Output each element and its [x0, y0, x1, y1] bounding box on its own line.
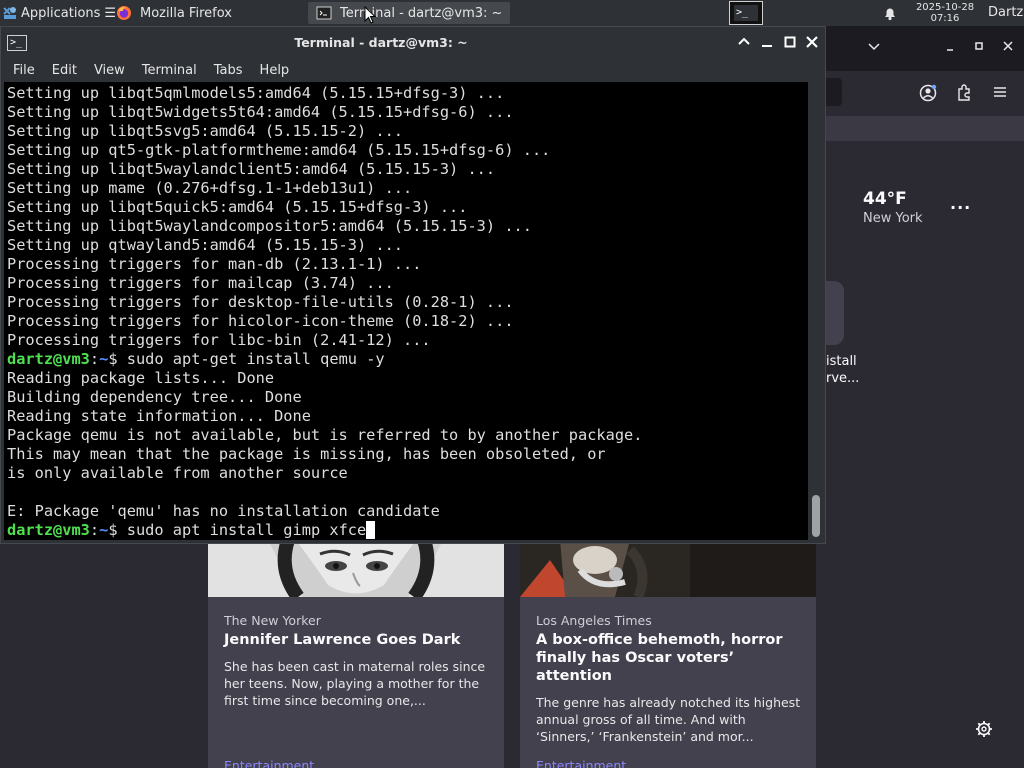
- story-card[interactable]: The New Yorker Jennifer Lawrence Goes Da…: [208, 540, 504, 768]
- prompt-sign: $: [108, 521, 127, 539]
- minimize-icon[interactable]: [939, 39, 961, 57]
- terminal-launcher-button[interactable]: >_: [729, 1, 763, 25]
- shortcut-label: istall rve...: [826, 354, 860, 386]
- user-menu[interactable]: Dartz: [988, 0, 1023, 26]
- scrollbar-thumb[interactable]: [812, 495, 820, 537]
- story-card[interactable]: Los Angeles Times A box-office behemoth,…: [520, 540, 816, 768]
- firefox-tab-strip: [826, 26, 1024, 71]
- tab-list-chevron-icon[interactable]: [863, 39, 885, 58]
- menu-help[interactable]: Help: [260, 63, 290, 78]
- taskbar-item-label: Mozilla Firefox: [140, 5, 232, 21]
- output-line: Setting up libqt5quick5:amd64 (5.15.15+d…: [7, 198, 468, 216]
- window-title: Terminal - dartz@vm3: ~: [294, 35, 468, 50]
- output-line: Setting up qt5-gtk-platformtheme:amd64 (…: [7, 141, 551, 159]
- command-input: sudo apt install gimp xfce: [126, 521, 367, 539]
- terminal-text: Setting up libqt5qmlmodels5:amd64 (5.15.…: [7, 84, 642, 540]
- prompt-separator: :: [89, 521, 100, 539]
- firefox-icon: [116, 5, 132, 21]
- output-line: is only available from another source: [7, 464, 348, 482]
- applications-menu[interactable]: Applications ☰: [0, 0, 116, 26]
- prompt-separator: :: [89, 350, 100, 368]
- terminal-output[interactable]: Setting up libqt5qmlmodels5:amd64 (5.15.…: [4, 82, 808, 540]
- clock-time: 07:16: [930, 13, 960, 24]
- error-line: E: Package 'qemu' has no installation ca…: [7, 502, 440, 520]
- minimize-icon[interactable]: [759, 34, 775, 50]
- story-description: The genre has already notched its highes…: [536, 695, 801, 744]
- terminal-menubar: File Edit View Terminal Tabs Help: [1, 59, 825, 81]
- weather-city: New York: [863, 211, 923, 226]
- prompt-path: ~: [99, 350, 109, 368]
- weather-more-button[interactable]: ···: [950, 198, 971, 217]
- menu-file[interactable]: File: [13, 63, 35, 78]
- command-text: sudo apt-get install qemu -y: [126, 350, 385, 368]
- firefox-nav-toolbar: [826, 71, 1024, 116]
- prompt-path: ~: [99, 521, 109, 539]
- prompt-line[interactable]: dartz@vm3:~$ sudo apt install gimp xfce: [7, 521, 642, 540]
- output-line: Processing triggers for desktop-file-uti…: [7, 293, 514, 311]
- prompt-user: dartz@vm3: [7, 350, 90, 368]
- applications-label: Applications: [21, 5, 101, 21]
- text-cursor: [366, 521, 376, 539]
- prompt-user: dartz@vm3: [7, 521, 90, 539]
- notification-bell-icon[interactable]: [882, 5, 898, 21]
- output-line: Setting up libqt5svg5:amd64 (5.15.15-2) …: [7, 122, 404, 140]
- terminal-icon: [316, 5, 332, 21]
- menu-edit[interactable]: Edit: [52, 63, 77, 78]
- taskbar-item-firefox[interactable]: Mozilla Firefox: [108, 2, 308, 24]
- story-title[interactable]: Jennifer Lawrence Goes Dark: [224, 631, 492, 649]
- output-line: Setting up mame (0.276+dfsg.1-1+deb13u1)…: [7, 179, 413, 197]
- output-line: Reading state information... Done: [7, 407, 311, 425]
- output-line: Package qemu is not available, but is re…: [7, 426, 643, 444]
- output-line: Processing triggers for libc-bin (2.41-1…: [7, 331, 431, 349]
- top-panel: Applications ☰ Mozilla Firefox Terminal …: [0, 0, 1024, 26]
- story-image: [208, 540, 504, 597]
- menu-view[interactable]: View: [94, 63, 125, 78]
- close-icon[interactable]: [997, 39, 1019, 57]
- maximize-icon[interactable]: [968, 39, 990, 57]
- taskbar-item-terminal[interactable]: Terminal - dartz@vm3: ~: [308, 2, 510, 24]
- app-menu-icon[interactable]: [989, 84, 1011, 105]
- output-line: Building dependency tree... Done: [7, 388, 302, 406]
- account-icon[interactable]: [917, 84, 939, 107]
- output-line: Processing triggers for man-db (2.13.1-1…: [7, 255, 422, 273]
- output-line: Setting up qtwayland5:amd64 (5.15.15-3) …: [7, 236, 404, 254]
- menu-terminal[interactable]: Terminal: [142, 63, 197, 78]
- xfce-logo-icon: [2, 5, 18, 21]
- story-title[interactable]: A box-office behemoth, horror finally ha…: [536, 631, 804, 685]
- terminal-titlebar[interactable]: >_ Terminal - dartz@vm3: ~: [1, 27, 825, 59]
- settings-gear-icon[interactable]: [975, 720, 993, 738]
- extensions-icon[interactable]: [953, 84, 975, 107]
- terminal-launcher-icon: >_: [734, 5, 758, 21]
- output-line: This may mean that the package is missin…: [7, 445, 606, 463]
- output-line: Setting up libqt5widgets5t64:amd64 (5.15…: [7, 103, 514, 121]
- clock[interactable]: 2025-10-28 07:16: [906, 0, 984, 24]
- shortcut-tile[interactable]: [826, 281, 844, 345]
- close-icon[interactable]: [804, 34, 820, 50]
- terminal-scrollbar[interactable]: [808, 82, 825, 540]
- prompt-sign: $: [108, 350, 127, 368]
- story-source: The New Yorker: [224, 613, 321, 628]
- clock-date: 2025-10-28: [915, 2, 975, 13]
- terminal-window: >_ Terminal - dartz@vm3: ~ File Edit Vie…: [0, 26, 826, 544]
- firefox-bookmarks-area: [826, 116, 1024, 141]
- weather-temperature: 44°F: [863, 189, 907, 209]
- story-category[interactable]: Entertainment: [536, 758, 626, 768]
- output-line: Setting up libqt5waylandclient5:amd64 (5…: [7, 160, 496, 178]
- output-line: Reading package lists... Done: [7, 369, 275, 387]
- prompt-line: dartz@vm3:~$ sudo apt-get install qemu -…: [7, 350, 642, 369]
- story-image: [520, 540, 816, 597]
- output-line: Processing triggers for mailcap (3.74) .…: [7, 274, 394, 292]
- url-bar[interactable]: [826, 78, 842, 106]
- output-line: Setting up libqt5waylandcompositor5:amd6…: [7, 217, 532, 235]
- output-line: Processing triggers for hicolor-icon-the…: [7, 312, 514, 330]
- story-description: She has been cast in maternal roles sinc…: [224, 659, 486, 708]
- maximize-icon[interactable]: [782, 34, 798, 50]
- story-category[interactable]: Entertainment: [224, 758, 314, 768]
- story-source: Los Angeles Times: [536, 613, 652, 628]
- menu-tabs[interactable]: Tabs: [214, 63, 243, 78]
- mouse-cursor-icon: [364, 5, 377, 28]
- output-line: Setting up libqt5qmlmodels5:amd64 (5.15.…: [7, 84, 505, 102]
- shade-icon[interactable]: [736, 34, 752, 50]
